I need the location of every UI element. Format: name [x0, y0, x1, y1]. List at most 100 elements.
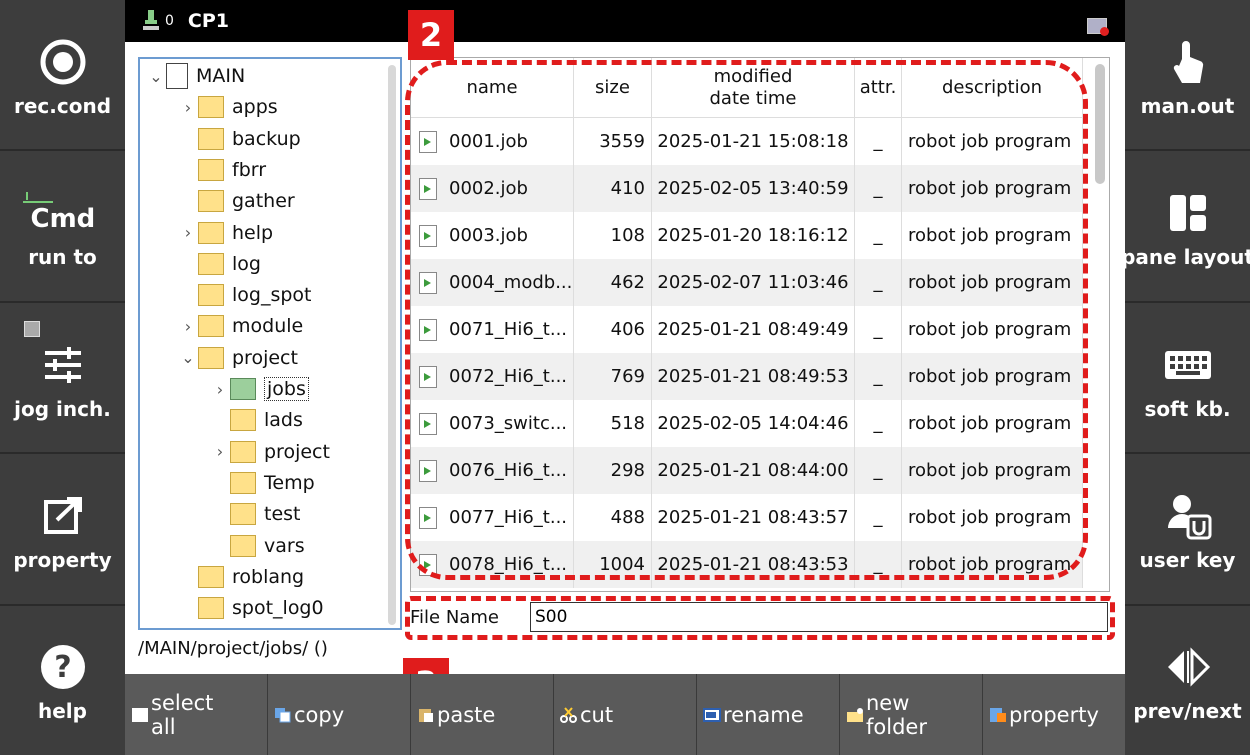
cell-attr: _ — [855, 447, 902, 494]
cell-attr: _ — [855, 165, 902, 212]
folder-tree[interactable]: ⌄ MAIN › apps backup fbrr gather › help log log_sp… — [138, 57, 402, 630]
current-path: /MAIN/project/jobs/ () — [138, 638, 328, 659]
tree-item[interactable]: roblang — [178, 562, 304, 592]
rec-cond-button[interactable]: rec.cond — [0, 0, 125, 152]
tree-item[interactable]: › help — [178, 218, 273, 248]
cell-text: 2025-02-05 14:04:46 — [657, 413, 849, 434]
cell-attr: _ — [855, 306, 902, 353]
select-all-label: select all — [151, 690, 214, 739]
cut-button[interactable]: cut — [554, 674, 697, 755]
property-toolbar-button[interactable]: property — [983, 674, 1125, 755]
file-name-input[interactable] — [530, 602, 1108, 632]
table-row[interactable]: 0073_switc... 518 2025-02-05 14:04:46 _ robo… — [411, 400, 1083, 447]
cell-size: 518 — [574, 400, 652, 447]
table-row[interactable]: 0076_Hi6_t... 298 2025-01-21 08:44:00 _ robo… — [411, 447, 1083, 494]
cp-count: 0 — [165, 13, 174, 29]
jog-inch-button[interactable]: jog inch. — [0, 303, 125, 455]
cell-text: 2025-01-21 08:43:57 — [657, 507, 849, 528]
table-row[interactable]: 0072_Hi6_t... 769 2025-01-21 08:49:53 _ robo… — [411, 353, 1083, 400]
cell-size: 108 — [574, 212, 652, 259]
col-attr[interactable]: attr. — [855, 58, 902, 117]
tree-item[interactable]: › module — [178, 311, 303, 341]
chevron-right-icon[interactable]: › — [178, 98, 198, 117]
tree-item[interactable]: log — [178, 249, 261, 279]
tree-item[interactable]: fbrr — [178, 155, 266, 185]
user-key-button[interactable]: user key — [1125, 454, 1250, 606]
rename-button[interactable]: rename — [697, 674, 840, 755]
cell-size: 1004 — [574, 541, 652, 588]
rename-icon — [703, 707, 721, 722]
job-file-icon — [419, 365, 437, 388]
paste-button[interactable]: paste — [411, 674, 554, 755]
cell-text: 2025-02-05 13:40:59 — [657, 178, 849, 199]
col-description[interactable]: description — [902, 58, 1083, 117]
file-table[interactable]: name size modified date time attr. descr… — [410, 57, 1110, 592]
tree-item[interactable]: test — [210, 499, 301, 529]
tree-item-label: test — [264, 503, 301, 526]
tree-item[interactable]: Temp — [210, 468, 315, 498]
new-folder-button[interactable]: new folder — [840, 674, 983, 755]
cell-text: _ — [873, 366, 883, 387]
table-row[interactable]: 0004_modb... 462 2025-02-07 11:03:46 _ robot… — [411, 259, 1083, 306]
tree-item[interactable]: ⌄ MAIN — [146, 61, 245, 91]
help-button[interactable]: ? help — [0, 606, 125, 755]
copy-button[interactable]: copy — [268, 674, 411, 755]
pane-layout-button[interactable]: pane layout — [1121, 151, 1250, 303]
run-to-button[interactable]: Cmd run to — [0, 151, 125, 303]
cell-text: 2025-01-21 08:49:49 — [657, 319, 849, 340]
job-file-icon — [419, 224, 437, 247]
tree-item[interactable]: › project — [210, 437, 330, 467]
select-all-button[interactable]: select all — [125, 674, 268, 755]
prev-next-button[interactable]: prev/next — [1125, 606, 1250, 755]
sliders-icon — [41, 335, 85, 395]
tree-item[interactable]: log_spot — [178, 280, 312, 310]
file-manager: ⌄ MAIN › apps backup fbrr gather › help log log_sp… — [125, 42, 1125, 674]
man-out-button[interactable]: man.out — [1125, 0, 1250, 152]
table-row[interactable]: 0002.job 410 2025-02-05 13:40:59 _ robot job… — [411, 165, 1083, 212]
cell-text: 0003.job — [449, 225, 528, 246]
cell-desc: robot job program — [902, 400, 1083, 447]
tree-item[interactable]: › apps — [178, 92, 278, 122]
chevron-right-icon[interactable]: › — [178, 223, 198, 242]
cell-desc: robot job program — [902, 541, 1083, 588]
cell-text: _ — [873, 131, 883, 152]
chevron-down-icon[interactable]: ⌄ — [178, 348, 198, 367]
table-row[interactable]: 0078_Hi6_t... 1004 2025-01-21 08:43:53 _ rob… — [411, 541, 1083, 588]
soft-kb-button[interactable]: soft kb. — [1125, 303, 1250, 455]
cell-desc: robot job program — [902, 118, 1083, 165]
chevron-right-icon[interactable]: › — [210, 380, 230, 399]
cell-name: 0001.job — [411, 118, 574, 165]
col-size[interactable]: size — [574, 58, 652, 117]
tree-item[interactable]: gather — [178, 186, 295, 216]
col-name[interactable]: name — [411, 58, 574, 117]
cell-text: _ — [873, 272, 883, 293]
tree-scrollbar[interactable] — [388, 65, 396, 625]
table-row[interactable]: 0077_Hi6_t... 488 2025-01-21 08:43:57 _ robo… — [411, 494, 1083, 541]
chevron-right-icon[interactable]: › — [210, 442, 230, 461]
run-to-label: run to — [28, 245, 97, 270]
cell-name: 0004_modb... — [411, 259, 574, 306]
hand-pointer-icon — [1168, 32, 1208, 92]
chevron-down-icon[interactable]: ⌄ — [146, 67, 166, 86]
tree-item[interactable]: spot_log0 — [178, 593, 324, 623]
table-scrollbar[interactable] — [1095, 64, 1105, 184]
table-row[interactable]: 0001.job 3559 2025-01-21 15:08:18 _ robot jo… — [411, 118, 1083, 165]
tree-item[interactable]: vars — [210, 531, 305, 561]
tree-item-label: help — [232, 221, 274, 244]
tree-item[interactable]: backup — [178, 124, 301, 154]
top-status-bar: 0 CP1 — [125, 0, 1125, 42]
cell-text: 0072_Hi6_t... — [449, 366, 568, 387]
tree-item[interactable]: › jobs — [210, 374, 309, 404]
tree-item-label: apps — [232, 96, 278, 119]
cell-attr: _ — [855, 212, 902, 259]
folder-icon — [198, 252, 224, 275]
chevron-right-icon[interactable]: › — [178, 317, 198, 336]
tree-item-label: roblang — [232, 565, 305, 588]
tree-item[interactable]: lads — [210, 405, 303, 435]
tree-item[interactable]: ⌄ project — [178, 343, 298, 373]
property-side-button[interactable]: property — [0, 454, 125, 606]
col-modified[interactable]: modified date time — [652, 58, 855, 117]
job-file-icon — [419, 412, 437, 435]
table-row[interactable]: 0003.job 108 2025-01-20 18:16:12 _ robot job… — [411, 212, 1083, 259]
table-row[interactable]: 0071_Hi6_t... 406 2025-01-21 08:49:49 _ robo… — [411, 306, 1083, 353]
